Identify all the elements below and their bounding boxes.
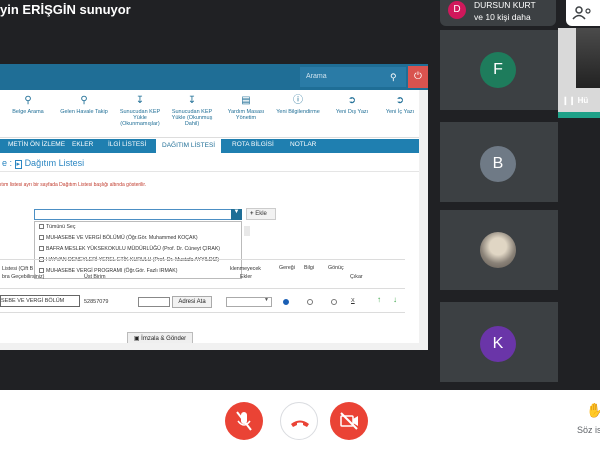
camera-video bbox=[576, 28, 600, 88]
camera-toggle-button[interactable] bbox=[330, 402, 368, 440]
import-icon: ➲ bbox=[395, 95, 405, 106]
mic-off-icon bbox=[236, 411, 252, 431]
dropdown-option[interactable]: BAFRA MESLEK YÜKSEKOKULU MÜDÜRLÜĞÜ (Prof… bbox=[39, 246, 220, 252]
unit-name-value: SEBE VE VERGİ BÖLÜM bbox=[1, 298, 65, 304]
tab-rota-bilgisi[interactable]: ROTA BİLGİSİ bbox=[232, 141, 274, 148]
participant-tile[interactable]: K bbox=[440, 302, 558, 382]
vertical-scrollbar[interactable] bbox=[419, 90, 428, 350]
tab-ekler[interactable]: EKLER bbox=[72, 141, 93, 148]
col-ekler: Ekler bbox=[240, 274, 253, 280]
dropdown-scroll-handle[interactable] bbox=[244, 226, 250, 236]
table-divider bbox=[0, 312, 405, 313]
presenter-banner: yin ERİŞGİN sunuyor bbox=[0, 2, 131, 17]
col-liste-sub: bra Geçebilirsiniz) bbox=[2, 274, 45, 280]
dropdown-option[interactable]: HAYVAN DENEYLERİ YEREL ETİK KURULU (Prof… bbox=[39, 257, 219, 263]
toolbar-kep-okunmus-button[interactable]: ↧ Sunucudan KEP Yükle (Okunmuş Dahil) bbox=[166, 95, 218, 128]
participant-tile[interactable]: B bbox=[440, 122, 558, 202]
speaking-indicator bbox=[558, 112, 600, 118]
avatar-photo bbox=[480, 232, 516, 268]
toolbar-yardim-masasi-button[interactable]: ▤ Yardım Masası Yönetim bbox=[220, 95, 272, 122]
gizli-radio[interactable] bbox=[331, 299, 337, 305]
chevron-down-icon[interactable]: ▼ bbox=[231, 209, 242, 220]
checkbox[interactable] bbox=[39, 235, 44, 240]
play-icon: ▸ bbox=[14, 160, 23, 169]
plus-icon: + bbox=[250, 211, 254, 217]
arrow-up-icon[interactable]: ↑ bbox=[377, 295, 381, 304]
raise-hand-icon[interactable]: ✋ bbox=[586, 402, 600, 419]
document-icon: ▤ bbox=[241, 95, 251, 106]
table-divider bbox=[0, 288, 405, 289]
camera-off-icon bbox=[340, 412, 358, 430]
col-liste: Listesi (Çift B bbox=[2, 266, 34, 272]
download-icon: ↧ bbox=[135, 95, 145, 106]
avatar: F bbox=[480, 52, 516, 88]
col-geregi: Gereği bbox=[279, 265, 295, 271]
search-icon[interactable]: ⚲ bbox=[390, 72, 397, 83]
horizontal-scrollbar[interactable] bbox=[0, 343, 419, 350]
address-input[interactable] bbox=[138, 297, 170, 307]
checkbox[interactable] bbox=[39, 224, 44, 229]
dropdown-option[interactable]: MUHASEBE VERGİ PROGRAMI (Öğr.Gör. Fazlı … bbox=[39, 268, 177, 274]
download-icon: ↧ bbox=[187, 95, 197, 106]
toolbar-yeni-bilgilendirme-button[interactable]: ⓘ Yeni Bilgilendirme bbox=[272, 95, 324, 116]
col-bilgi: Bilgi bbox=[304, 265, 315, 271]
mic-toggle-button[interactable] bbox=[225, 402, 263, 440]
remove-link[interactable]: X bbox=[351, 298, 355, 304]
toolbar-belge-arama-button[interactable]: ⚲ Belge Arama bbox=[2, 95, 54, 116]
tab-metin-on-izleme[interactable]: METİN ÖN İZLEME bbox=[8, 141, 65, 148]
shared-screen: Arama ⚲ ⏻ ⚲ Belge Arama ⚲ Gelen Havale Tak… bbox=[0, 64, 428, 350]
document-tabs: METİN ÖN İZLEME EKLER İLGİ LİSTESİ DAĞIT… bbox=[0, 139, 428, 153]
avatar: B bbox=[480, 146, 516, 182]
toolbar-gelen-havale-button[interactable]: ⚲ Gelen Havale Takip bbox=[58, 95, 110, 116]
geregi-radio[interactable] bbox=[283, 299, 289, 305]
unit-select[interactable] bbox=[34, 209, 242, 220]
people-icon bbox=[572, 6, 591, 20]
unit-dropdown-list: Tümünü Seç MUHASEBE VE VERGİ BÖLÜMÜ (Öğr… bbox=[34, 221, 242, 279]
hangup-icon bbox=[291, 420, 309, 427]
chevron-down-icon: ▼ bbox=[264, 297, 269, 303]
people-button[interactable] bbox=[566, 0, 600, 26]
search-icon: ⚲ bbox=[80, 95, 88, 106]
avatar: K bbox=[480, 326, 516, 362]
info-note: ıtım listesi ayrı bir sayfada Dağıtım Li… bbox=[0, 182, 147, 188]
bilgi-radio[interactable] bbox=[307, 299, 313, 305]
tab-notlar[interactable]: NOTLAR bbox=[290, 141, 316, 148]
ekle-button[interactable]: + Ekle bbox=[246, 208, 276, 220]
col-cikar: Çıkar bbox=[350, 274, 363, 280]
export-icon: ➲ bbox=[347, 95, 357, 106]
col-eklenmeyecek: klenmeyecek bbox=[230, 266, 261, 272]
arrow-down-icon[interactable]: ↓ bbox=[393, 295, 397, 304]
tab-dagitim-listesi[interactable]: DAĞITIM LİSTESİ bbox=[156, 139, 222, 153]
power-icon[interactable]: ⏻ bbox=[408, 66, 428, 88]
microphone-icon: ❙❙ bbox=[562, 96, 576, 105]
raise-hand-label: Söz is bbox=[577, 425, 600, 435]
participant-tile[interactable]: F bbox=[440, 30, 558, 110]
participants-panel: DURSUN KURT ve 10 kişi daha D F B K ❙❙ H… bbox=[440, 0, 600, 390]
dropdown-option[interactable]: Tümünü Seç bbox=[39, 224, 75, 230]
leave-call-button[interactable] bbox=[280, 402, 318, 440]
tab-ilgi-listesi[interactable]: İLGİ LİSTESİ bbox=[108, 141, 146, 148]
ust-birim-code: 52857079 bbox=[84, 299, 109, 305]
participant-tile[interactable] bbox=[440, 210, 558, 290]
info-icon: ⓘ bbox=[293, 95, 303, 106]
search-icon: ⚲ bbox=[24, 95, 32, 106]
save-icon: ▣ bbox=[133, 336, 140, 342]
avatar: D bbox=[448, 1, 466, 19]
checkbox[interactable] bbox=[39, 268, 44, 273]
page-title: e : ▸ Dağıtım Listesi bbox=[0, 156, 428, 172]
table-divider bbox=[0, 259, 405, 260]
participants-line1: DURSUN KURT bbox=[474, 0, 536, 10]
participants-line2: ve 10 kişi daha bbox=[474, 12, 531, 22]
col-gizlilik: Gönüç bbox=[328, 265, 344, 271]
dropdown-option[interactable]: MUHASEBE VE VERGİ BÖLÜMÜ (Öğr.Gör. Muham… bbox=[39, 235, 198, 241]
col-ust-birim: Üst Birim bbox=[84, 274, 106, 280]
adresi-ata-button[interactable]: Adresi Ata bbox=[172, 296, 212, 308]
toolbar-kep-okunmamis-button[interactable]: ↧ Sunucudan KEP Yükle (Okunmamışlar) bbox=[114, 95, 166, 128]
camera-name-label: ❙❙ Hü bbox=[562, 96, 589, 105]
ebys-toolbar: ⚲ Belge Arama ⚲ Gelen Havale Takip ↧ Sunucu… bbox=[0, 90, 428, 138]
checkbox[interactable] bbox=[39, 246, 44, 251]
toolbar-yeni-dis-yazi-button[interactable]: ➲ Yeni Dış Yazı bbox=[326, 95, 378, 116]
